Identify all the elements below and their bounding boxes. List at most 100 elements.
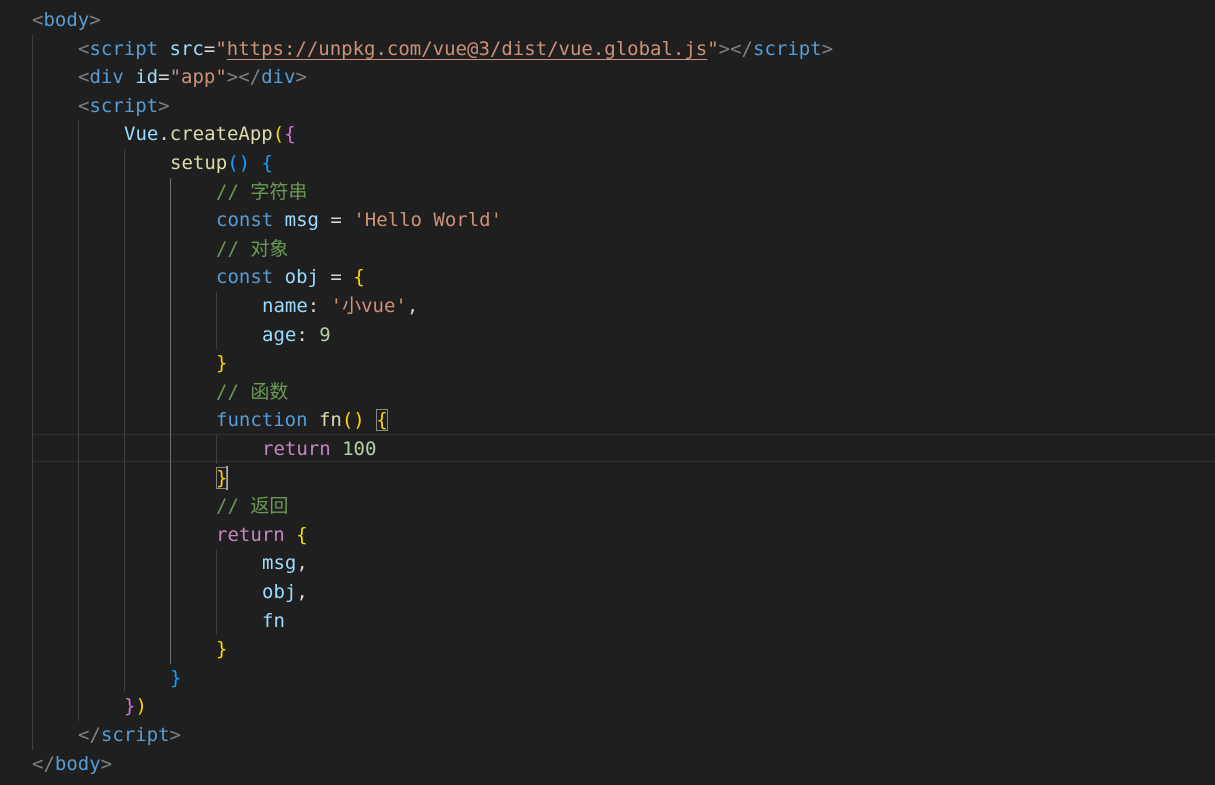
code-token: 'Hello World' (353, 209, 503, 232)
code-token: </ (78, 724, 101, 746)
code-token: // 函数 (216, 380, 289, 403)
code-line[interactable]: } (32, 464, 229, 493)
code-token: msg (262, 552, 297, 575)
code-token: '小vue' (330, 295, 407, 317)
code-line[interactable]: name: '小vue', (32, 292, 418, 321)
code-token: = (318, 209, 354, 232)
code-line[interactable]: <script src="https://unpkg.com/vue@3/dis… (32, 35, 833, 64)
code-token: : (296, 323, 320, 346)
code-token: } (216, 638, 228, 661)
code-token: } (124, 695, 136, 718)
code-token: > (821, 37, 834, 60)
code-token: // 返回 (216, 495, 289, 518)
code-token: , (296, 581, 308, 603)
code-line[interactable]: // 返回 (32, 492, 288, 521)
code-line[interactable]: </script> (32, 721, 181, 750)
code-token: age (262, 323, 297, 346)
code-line[interactable]: // 字符串 (32, 178, 307, 207)
code-token: https://unpkg.com/vue@3/dist/vue.global.… (226, 37, 708, 60)
code-token: setup (170, 152, 228, 174)
code-token: fn (262, 609, 285, 632)
code-token: function (216, 409, 308, 432)
code-line[interactable]: return { (32, 521, 308, 550)
code-line[interactable]: <body> (32, 6, 101, 35)
code-token: script (89, 37, 159, 60)
code-token: return (262, 438, 331, 460)
code-editor[interactable]: <body> <script src="https://unpkg.com/vue… (0, 0, 1215, 785)
code-token: > (89, 9, 101, 31)
code-token: } (216, 352, 228, 375)
code-token: " (707, 37, 719, 60)
code-token: body (54, 752, 101, 775)
text-cursor (226, 466, 229, 491)
code-token: () (341, 409, 365, 432)
code-token: </ (32, 752, 55, 775)
code-token: body (43, 9, 90, 31)
code-token: , (296, 552, 308, 575)
code-token: const (216, 266, 274, 289)
code-token: 9 (319, 323, 331, 346)
code-line[interactable]: function fn() { (32, 406, 388, 435)
code-line[interactable]: Vue.createApp({ (32, 120, 296, 149)
code-token: div (261, 66, 296, 89)
code-token: { (261, 152, 273, 174)
code-token: obj (284, 266, 319, 289)
code-token: const (216, 209, 274, 232)
code-token: src (169, 37, 204, 60)
code-token: // 对象 (216, 237, 289, 260)
code-token: ></ (226, 66, 262, 89)
code-token: div (89, 66, 124, 89)
code-token: script (100, 724, 170, 746)
code-token: > (100, 752, 113, 775)
code-token: script (753, 37, 822, 60)
code-line[interactable]: age: 9 (32, 321, 331, 350)
code-line[interactable]: <script> (32, 92, 170, 121)
code-line[interactable]: msg, (32, 549, 308, 578)
code-token: "app" (169, 66, 227, 89)
code-line[interactable]: } (32, 664, 181, 693)
code-token: () (227, 152, 251, 174)
code-token: > (295, 66, 307, 89)
code-token: : (307, 295, 331, 317)
code-token: > (158, 94, 170, 117)
code-line[interactable]: </body> (32, 750, 112, 779)
code-token: = (318, 266, 354, 289)
code-line[interactable]: }) (32, 692, 147, 721)
code-line[interactable]: setup() { (32, 149, 273, 178)
code-token: return (216, 523, 285, 546)
code-line[interactable]: // 函数 (32, 378, 288, 407)
code-token: // 字符串 (216, 180, 308, 203)
code-token: < (78, 94, 90, 117)
code-line[interactable]: fn (32, 607, 285, 636)
code-token: { (353, 266, 365, 289)
code-token: ></ (718, 37, 753, 60)
code-token: = (203, 37, 216, 60)
code-token: < (78, 66, 90, 89)
code-line[interactable]: return 100 (32, 435, 376, 464)
code-token: ) (135, 695, 147, 718)
code-token: { (296, 523, 308, 546)
code-line[interactable]: const obj = { (32, 263, 365, 292)
code-token: createApp (169, 123, 273, 146)
code-token: } (170, 666, 182, 689)
code-token: name (262, 295, 308, 317)
code-line[interactable]: } (32, 349, 227, 378)
code-token: obj (262, 581, 297, 603)
code-token: . (158, 123, 170, 146)
code-line[interactable]: <div id="app"></div> (32, 63, 307, 92)
code-line[interactable]: const msg = 'Hello World' (32, 206, 502, 235)
code-token: " (215, 37, 227, 60)
code-line[interactable]: obj, (32, 578, 308, 607)
code-line[interactable]: } (32, 635, 227, 664)
code-line[interactable]: // 对象 (32, 235, 288, 264)
code-token: msg (284, 209, 319, 232)
code-token: id (135, 66, 159, 89)
code-token: fn (318, 409, 342, 432)
